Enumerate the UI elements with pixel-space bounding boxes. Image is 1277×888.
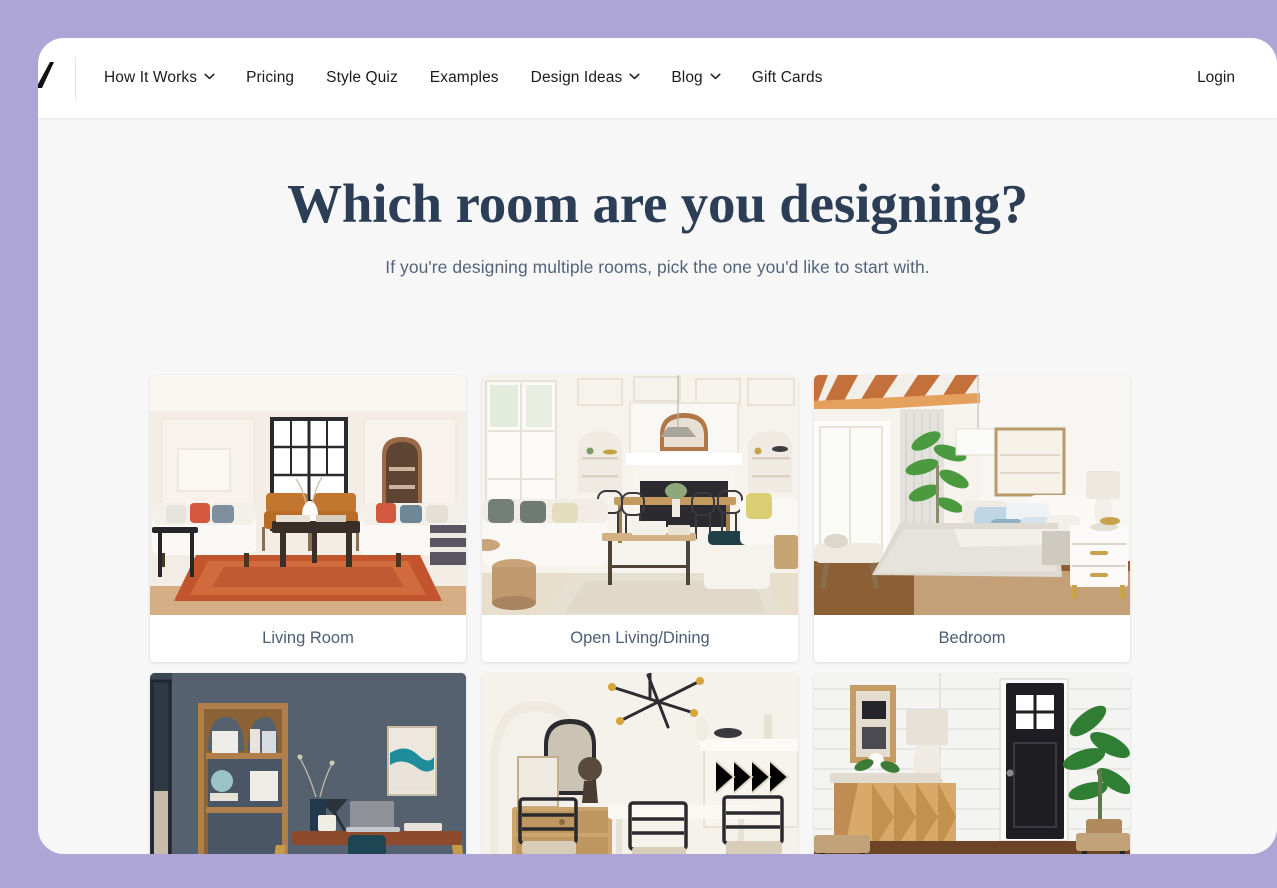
chevron-down-icon	[629, 71, 640, 81]
room-grid: Living Room Open Living/Dining Bedroom	[150, 375, 1132, 854]
room-card-entryway[interactable]	[814, 673, 1130, 854]
nav-label: How It Works	[104, 69, 198, 86]
entryway-photo	[814, 673, 1130, 854]
room-card-living-room[interactable]: Living Room	[150, 375, 466, 662]
header-actions: Login	[1197, 38, 1277, 118]
primary-nav: How It Works Pricing Style Quiz Examples…	[104, 38, 839, 118]
open-living-dining-photo	[482, 375, 798, 615]
nav-label: Blog	[671, 69, 703, 86]
nav-label: Gift Cards	[751, 69, 823, 86]
nav-item-examples[interactable]: Examples	[414, 38, 515, 118]
page-title: Which room are you designing?	[287, 173, 1028, 234]
browser-window: How It Works Pricing Style Quiz Examples…	[38, 38, 1277, 854]
chevron-down-icon	[710, 71, 721, 81]
room-card-label: Living Room	[150, 615, 466, 662]
room-card-bedroom[interactable]: Bedroom	[814, 375, 1130, 662]
nav-label: Design Ideas	[530, 69, 623, 86]
chevron-down-icon	[204, 71, 215, 81]
nav-item-how-it-works[interactable]: How It Works	[104, 38, 230, 118]
room-card-label: Open Living/Dining	[482, 615, 798, 662]
nav-item-pricing[interactable]: Pricing	[230, 38, 310, 118]
home-office-photo	[150, 673, 466, 854]
header-divider	[75, 57, 76, 99]
room-card-home-office[interactable]	[150, 673, 466, 854]
nav-label: Pricing	[246, 69, 295, 86]
page-subtitle: If you're designing multiple rooms, pick…	[385, 256, 930, 277]
nav-item-style-quiz[interactable]: Style Quiz	[310, 38, 414, 118]
nav-item-gift-cards[interactable]: Gift Cards	[736, 38, 839, 118]
dining-room-photo	[482, 673, 798, 854]
nav-item-blog[interactable]: Blog	[655, 38, 735, 118]
brand-logo-icon[interactable]	[38, 60, 58, 90]
room-card-dining-room[interactable]	[482, 673, 798, 854]
nav-label: Style Quiz	[326, 69, 398, 86]
nav-label: Examples	[429, 69, 499, 86]
bedroom-photo	[814, 375, 1130, 615]
nav-item-design-ideas[interactable]: Design Ideas	[515, 38, 656, 118]
login-link[interactable]: Login	[1197, 69, 1277, 87]
room-card-open-living-dining[interactable]: Open Living/Dining	[482, 375, 798, 662]
room-card-label: Bedroom	[814, 615, 1130, 662]
main-content: Which room are you designing? If you're …	[38, 118, 1277, 854]
site-header: How It Works Pricing Style Quiz Examples…	[38, 38, 1277, 118]
living-room-photo	[150, 375, 466, 615]
